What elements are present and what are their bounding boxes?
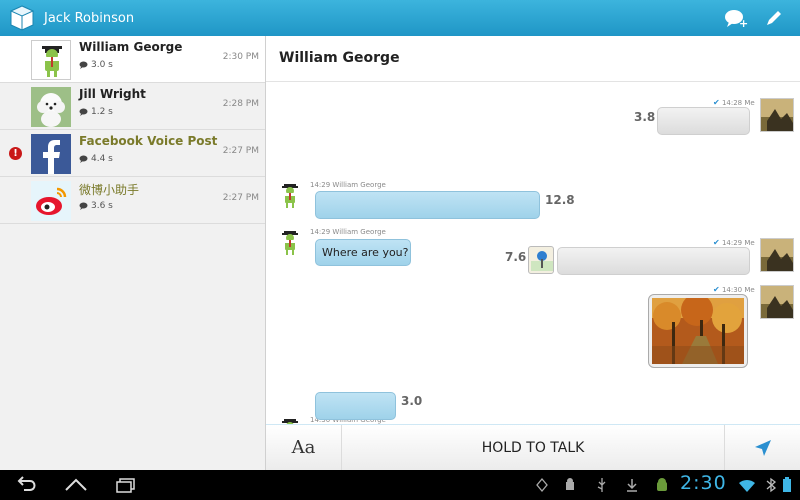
battery-icon bbox=[783, 477, 791, 492]
app-cube-icon[interactable] bbox=[8, 4, 36, 32]
text-input-toggle-button[interactable]: Aa bbox=[266, 425, 342, 471]
chat-title: William George bbox=[279, 50, 400, 66]
usb-icon bbox=[597, 478, 606, 492]
voice-duration: 12.8 bbox=[545, 193, 575, 207]
voice-message-bubble[interactable] bbox=[315, 392, 396, 420]
avatar bbox=[280, 230, 300, 256]
avatar bbox=[31, 134, 71, 174]
android-avatar-icon bbox=[42, 46, 62, 77]
conversation-time: 2:28 PM bbox=[222, 99, 259, 109]
avatar bbox=[280, 183, 300, 209]
message-meta: 14:29 William George bbox=[310, 181, 386, 189]
back-icon[interactable] bbox=[14, 475, 42, 495]
avatar bbox=[31, 40, 71, 80]
location-thumbnail[interactable] bbox=[528, 246, 554, 274]
dog-avatar-icon bbox=[31, 87, 71, 127]
action-bar: Jack Robinson + bbox=[0, 0, 800, 36]
chat-pane: William George ✔ 14:28 Me 3.8 14:29 Will… bbox=[266, 36, 800, 470]
voice-duration: 4.4 s bbox=[79, 154, 113, 164]
android-avatar-icon bbox=[282, 231, 298, 255]
speech-bubble-icon bbox=[79, 155, 88, 163]
message-meta: ✔ 14:28 Me bbox=[713, 98, 755, 107]
avatar bbox=[31, 181, 71, 221]
voice-duration: 3.6 s bbox=[79, 201, 113, 211]
sent-check-icon: ✔ bbox=[713, 98, 720, 107]
conversation-time: 2:30 PM bbox=[222, 52, 259, 62]
weibo-icon bbox=[31, 181, 71, 221]
image-message-bubble[interactable] bbox=[648, 294, 748, 368]
send-arrow-icon bbox=[754, 440, 771, 456]
conversation-time: 2:27 PM bbox=[222, 146, 259, 156]
message-meta: ✔ 14:30 Me bbox=[713, 285, 755, 294]
conversation-item[interactable]: William George 3.0 s 2:30 PM bbox=[0, 36, 265, 83]
speech-bubble-icon bbox=[79, 61, 88, 69]
screenshot-icon bbox=[536, 477, 548, 493]
contact-name: Jill Wright bbox=[79, 87, 146, 101]
voice-duration: 3.8 bbox=[634, 110, 656, 124]
compose-icon bbox=[767, 11, 781, 25]
sent-check-icon: ✔ bbox=[713, 238, 720, 247]
autumn-forest-photo bbox=[652, 294, 744, 364]
avatar bbox=[760, 98, 794, 132]
conversation-item[interactable]: Jill Wright 1.2 s 2:28 PM bbox=[0, 83, 265, 130]
conversation-item[interactable]: ! Facebook Voice Post 4.4 s 2:27 PM bbox=[0, 130, 265, 177]
account-name: Jack Robinson bbox=[44, 10, 135, 26]
voice-message-bubble[interactable] bbox=[657, 107, 750, 135]
message-meta: ✔ 14:29 Me bbox=[713, 238, 755, 247]
sent-check-icon: ✔ bbox=[713, 285, 720, 294]
new-contact-icon: + bbox=[725, 10, 748, 28]
system-nav-bar: 2:30 bbox=[0, 470, 800, 500]
compose-bar: Aa HOLD TO TALK bbox=[266, 424, 800, 471]
message-text: Where are you? bbox=[322, 246, 409, 259]
android-debug-icon bbox=[566, 478, 574, 490]
recent-apps-icon[interactable] bbox=[112, 475, 140, 495]
message-meta: 14:29 William George bbox=[310, 228, 386, 236]
error-badge: ! bbox=[9, 147, 22, 160]
download-icon bbox=[627, 479, 637, 492]
conversation-time: 2:27 PM bbox=[222, 193, 259, 203]
photo-avatar-icon bbox=[761, 286, 793, 318]
chat-header: William George bbox=[266, 36, 800, 82]
add-contact-button[interactable]: + bbox=[724, 6, 748, 30]
hold-to-talk-button[interactable]: HOLD TO TALK bbox=[342, 425, 724, 471]
wifi-icon bbox=[739, 479, 755, 492]
avatar bbox=[760, 238, 794, 272]
speech-bubble-icon bbox=[79, 108, 88, 116]
conversation-item[interactable]: 微博小助手 3.6 s 2:27 PM bbox=[0, 177, 265, 224]
bluetooth-icon bbox=[766, 477, 777, 493]
message-list[interactable]: ✔ 14:28 Me 3.8 14:29 William George 12.8 bbox=[266, 82, 800, 424]
voice-duration: 7.6 bbox=[505, 250, 527, 264]
send-button[interactable] bbox=[724, 425, 800, 471]
android-avatar-icon bbox=[282, 184, 298, 208]
avatar bbox=[31, 87, 71, 127]
voice-duration: 3.0 bbox=[401, 394, 423, 408]
avatar bbox=[760, 285, 794, 319]
photo-avatar-icon bbox=[761, 239, 793, 271]
voice-duration: 3.0 s bbox=[79, 60, 113, 70]
home-icon[interactable] bbox=[62, 475, 90, 495]
app-notification-icon bbox=[657, 478, 667, 491]
compose-button[interactable] bbox=[762, 6, 786, 30]
voice-duration: 1.2 s bbox=[79, 107, 113, 117]
photo-avatar-icon bbox=[761, 99, 793, 131]
status-clock: 2:30 bbox=[680, 472, 727, 494]
contact-name: Facebook Voice Post bbox=[79, 134, 218, 148]
location-message-bubble[interactable] bbox=[557, 247, 750, 275]
contact-name: 微博小助手 bbox=[79, 183, 140, 197]
contact-name: William George bbox=[79, 40, 183, 54]
conversation-list: William George 3.0 s 2:30 PM Jill Wright… bbox=[0, 36, 266, 470]
voice-message-bubble[interactable] bbox=[315, 191, 540, 219]
facebook-icon bbox=[31, 134, 71, 174]
map-pin-icon bbox=[531, 251, 553, 271]
svg-text:+: + bbox=[739, 17, 748, 28]
text-message-bubble[interactable]: Where are you? bbox=[315, 239, 411, 266]
speech-bubble-icon bbox=[79, 202, 88, 210]
